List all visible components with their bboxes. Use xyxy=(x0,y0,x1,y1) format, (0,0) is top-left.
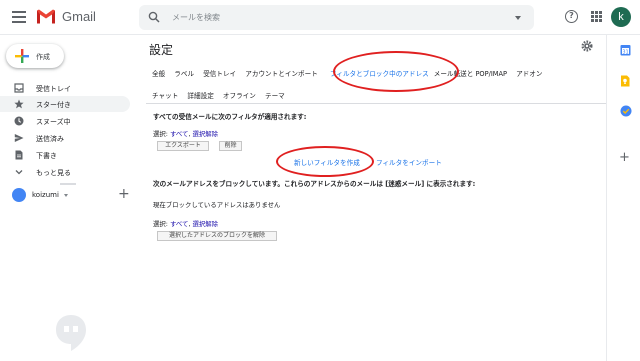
select-all-link[interactable]: すべて xyxy=(170,220,188,228)
search-options-caret-icon[interactable] xyxy=(515,16,521,20)
sidebar-item-more[interactable]: もっと見る xyxy=(0,164,130,180)
gmail-logo-icon[interactable] xyxy=(36,8,56,25)
hangouts-quote-icon xyxy=(56,315,86,351)
apps-grid-icon[interactable] xyxy=(591,11,602,22)
tab-forwarding-pop-imap[interactable]: メール転送と POP/IMAP xyxy=(434,68,507,78)
gmail-wordmark[interactable]: Gmail xyxy=(62,9,96,24)
settings-tabs-row-2: チャット 詳細設定 オフライン テーマ xyxy=(152,90,292,100)
filters-select-row: 選択: すべて, 選択解除 xyxy=(153,130,219,138)
select-all-link[interactable]: すべて xyxy=(170,130,188,138)
delete-button[interactable]: 削除 xyxy=(219,141,242,151)
no-blocked-text: 現在ブロックしているアドレスはありません xyxy=(153,201,281,209)
sidebar-item-label: 受信トレイ xyxy=(36,85,71,93)
select-none-link[interactable]: 選択解除 xyxy=(193,220,219,228)
select-label: 選択: xyxy=(153,130,170,138)
tasks-icon[interactable] xyxy=(620,105,632,117)
tab-chat[interactable]: チャット xyxy=(152,90,178,100)
search-icon[interactable] xyxy=(148,11,160,23)
compose-button[interactable]: 作成 xyxy=(6,44,64,68)
user-avatar-icon[interactable] xyxy=(12,188,26,202)
page-title: 設定 xyxy=(149,43,174,57)
sidebar-item-starred[interactable]: スター付き xyxy=(0,96,130,112)
compose-plus-icon xyxy=(15,49,29,63)
clock-icon xyxy=(14,116,24,126)
tab-addons[interactable]: アドオン xyxy=(516,68,542,78)
add-contact-icon[interactable]: + xyxy=(118,186,130,202)
top-bar: Gmail メールを検索 ? k xyxy=(0,0,640,35)
blocked-heading: 次のメールアドレスをブロックしています。これらのアドレスからのメールは [迷惑メ… xyxy=(153,180,476,188)
sidebar-scrollbar[interactable] xyxy=(60,183,76,185)
sidebar-item-inbox[interactable]: 受信トレイ xyxy=(0,80,130,96)
keep-icon[interactable] xyxy=(620,75,630,87)
settings-tabs-row-1: 全般 ラベル 受信トレイ アカウントとインポート フィルタとブロック中のアドレス… xyxy=(152,68,549,78)
star-icon xyxy=(14,99,24,109)
sidebar-item-label: 下書き xyxy=(36,152,57,160)
compose-label: 作成 xyxy=(36,53,50,61)
get-addons-icon[interactable]: + xyxy=(619,150,630,165)
search-bar[interactable]: メールを検索 xyxy=(139,5,534,30)
sidebar-item-label: 送信済み xyxy=(36,135,64,143)
sidebar-item-label: もっと見る xyxy=(36,169,71,177)
draft-icon xyxy=(15,150,23,160)
export-button[interactable]: エクスポート xyxy=(157,141,209,151)
import-filter-link[interactable]: フィルタをインポート xyxy=(376,157,442,167)
help-icon[interactable]: ? xyxy=(565,10,578,23)
tab-inbox[interactable]: 受信トレイ xyxy=(203,68,236,78)
search-input[interactable]: メールを検索 xyxy=(172,12,220,23)
main-menu-icon[interactable] xyxy=(12,11,26,23)
tab-accounts-import[interactable]: アカウントとインポート xyxy=(245,68,318,78)
unblock-button[interactable]: 選択したアドレスのブロックを解除 xyxy=(157,231,277,241)
user-status-caret-icon[interactable] xyxy=(64,194,68,197)
send-icon xyxy=(14,134,24,142)
tab-labels[interactable]: ラベル xyxy=(174,68,194,78)
select-none-link[interactable]: 選択解除 xyxy=(193,130,219,138)
hangouts-user-name[interactable]: koizumi xyxy=(32,191,59,199)
side-panel-divider xyxy=(606,35,607,361)
filters-heading: すべての受信メールに次のフィルタが適用されます: xyxy=(153,113,307,121)
tabs-divider xyxy=(146,103,606,104)
chevron-down-icon xyxy=(15,170,23,175)
calendar-icon[interactable]: 31 xyxy=(620,44,631,56)
tab-advanced[interactable]: 詳細設定 xyxy=(187,90,213,100)
gear-icon[interactable] xyxy=(581,40,593,52)
sidebar-item-label: スヌーズ中 xyxy=(36,118,71,126)
inbox-icon xyxy=(14,83,24,93)
sidebar-item-drafts[interactable]: 下書き xyxy=(0,147,130,163)
sidebar-item-label: スター付き xyxy=(36,101,71,109)
select-label: 選択: xyxy=(153,220,170,228)
create-filter-link[interactable]: 新しいフィルタを作成 xyxy=(294,157,360,167)
tab-offline[interactable]: オフライン xyxy=(223,90,256,100)
tab-filters-blocked[interactable]: フィルタとブロック中のアドレス xyxy=(330,68,429,78)
account-avatar[interactable]: k xyxy=(611,7,631,27)
blocked-select-row: 選択: すべて, 選択解除 xyxy=(153,220,219,228)
sidebar-item-snoozed[interactable]: スヌーズ中 xyxy=(0,113,130,129)
tab-themes[interactable]: テーマ xyxy=(265,90,285,100)
tab-general[interactable]: 全般 xyxy=(152,68,165,78)
sidebar-item-sent[interactable]: 送信済み xyxy=(0,130,130,146)
svg-text:31: 31 xyxy=(622,49,628,55)
